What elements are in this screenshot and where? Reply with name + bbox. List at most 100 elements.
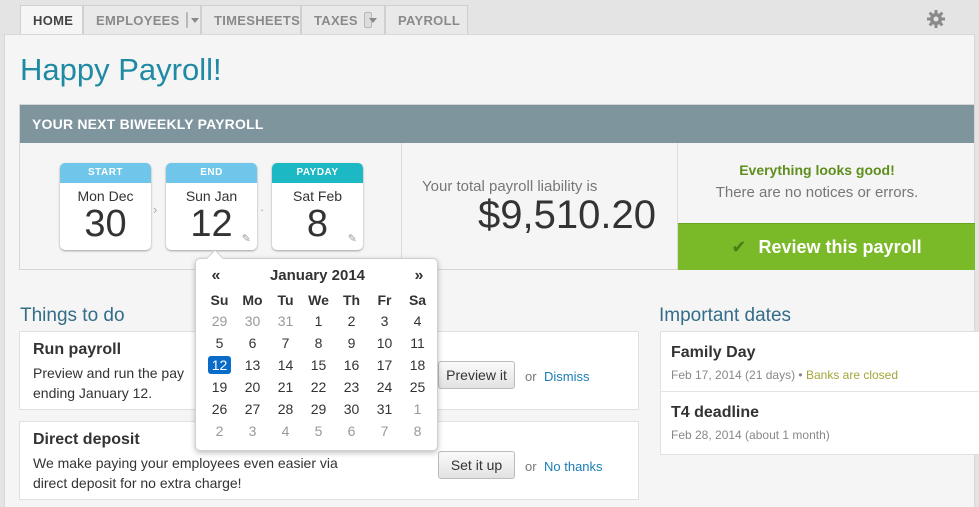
prev-month-button[interactable]: « bbox=[201, 267, 231, 285]
calendar-day[interactable]: 10 bbox=[368, 332, 401, 354]
calendar-day[interactable]: 12 bbox=[203, 354, 236, 376]
calendar-day[interactable]: 28 bbox=[269, 398, 302, 420]
pencil-icon[interactable]: ✎ bbox=[348, 232, 357, 245]
chevron-right-icon: › bbox=[153, 202, 158, 217]
date-meta-dot: • bbox=[798, 368, 803, 382]
calendar-day[interactable]: 2 bbox=[335, 310, 368, 332]
calendar-day[interactable]: 4 bbox=[401, 310, 434, 332]
tab-payroll-label: PAYROLL bbox=[398, 12, 461, 28]
start-day: 30 bbox=[84, 203, 127, 245]
calendar-day[interactable]: 11 bbox=[401, 332, 434, 354]
calendar-day[interactable]: 5 bbox=[302, 420, 335, 442]
dismiss-link[interactable]: Dismiss bbox=[544, 369, 590, 384]
important-dates-title: Important dates bbox=[659, 305, 792, 326]
weekday-header: We bbox=[308, 291, 329, 308]
calendar-day[interactable]: 29 bbox=[302, 398, 335, 420]
pencil-icon[interactable]: ✎ bbox=[242, 232, 251, 245]
weekday-header: Sa bbox=[408, 291, 427, 308]
calendar-day[interactable]: 23 bbox=[335, 376, 368, 398]
calendar-week: 5 6 7 8 9 10 11 bbox=[203, 332, 434, 354]
or-label: or bbox=[525, 369, 537, 384]
calendar-day[interactable]: 16 bbox=[335, 354, 368, 376]
status-title: Everything looks good! bbox=[739, 162, 895, 178]
calendar-week: 29 30 31 1 2 3 4 bbox=[203, 310, 434, 332]
tab-taxes[interactable]: TAXES bbox=[301, 5, 385, 34]
tab-employees[interactable]: EMPLOYEES bbox=[83, 5, 202, 34]
calendar-day[interactable]: 5 bbox=[203, 332, 236, 354]
calendar-day[interactable]: 2 bbox=[203, 420, 236, 442]
review-payroll-button[interactable]: ✔ Review this payroll bbox=[678, 223, 975, 270]
calendar-grid: Su Mo Tu We Th Fr Sa 29 30 31 1 2 3 4 5 6 7 8 9 10 11 12 13 14… bbox=[203, 289, 434, 442]
gear-icon[interactable] bbox=[926, 9, 946, 29]
calendar-day[interactable]: 9 bbox=[335, 332, 368, 354]
start-dow: Mon Dec bbox=[77, 188, 134, 204]
chevron-down-icon[interactable] bbox=[185, 12, 202, 28]
next-payroll-box: YOUR NEXT BIWEEKLY PAYROLL START Mon Dec… bbox=[19, 104, 975, 270]
todo-text: We make paying your employees even easie… bbox=[33, 453, 393, 493]
todo-title: Direct deposit bbox=[33, 431, 140, 448]
weekday-header: Fr bbox=[377, 291, 392, 308]
calendar-day[interactable]: 30 bbox=[335, 398, 368, 420]
calendar-week: 2345678 bbox=[203, 420, 434, 442]
calendar-day[interactable]: 25 bbox=[401, 376, 434, 398]
next-month-button[interactable]: » bbox=[404, 267, 434, 285]
calendar-day[interactable]: 31 bbox=[368, 398, 401, 420]
calendar-day[interactable]: 13 bbox=[236, 354, 269, 376]
tab-home[interactable]: HOME bbox=[20, 5, 83, 35]
todo-title: Run payroll bbox=[33, 341, 122, 358]
calendar-day[interactable]: 21 bbox=[269, 376, 302, 398]
calendar-day[interactable]: 26 bbox=[203, 398, 236, 420]
divider bbox=[401, 143, 402, 269]
calendar-day[interactable]: 8 bbox=[401, 420, 434, 442]
calendar-day[interactable]: 6 bbox=[335, 420, 368, 442]
calendar-day[interactable]: 6 bbox=[236, 332, 269, 354]
calendar-day[interactable]: 1 bbox=[302, 310, 335, 332]
month-label: January 2014 bbox=[269, 267, 366, 284]
top-nav: HOME EMPLOYEES TIMESHEETS TAXES PAYROLL bbox=[0, 0, 979, 35]
page-title: Happy Payroll! bbox=[20, 52, 222, 87]
things-to-do-title: Things to do bbox=[20, 305, 125, 326]
tab-employees-label: EMPLOYEES bbox=[96, 12, 180, 28]
payday-date-card[interactable]: PAYDAY Sat Feb 8 ✎ bbox=[272, 163, 363, 250]
calendar-day[interactable]: 31 bbox=[269, 310, 302, 332]
end-date-card[interactable]: END Sun Jan 12 ✎ bbox=[166, 163, 257, 250]
calendar-day[interactable]: 4 bbox=[269, 420, 302, 442]
calendar-week: 26 27 28 29 30 31 1 bbox=[203, 398, 434, 420]
calendar-day[interactable]: 14 bbox=[269, 354, 302, 376]
calendar-day[interactable]: 19 bbox=[203, 376, 236, 398]
end-label: END bbox=[166, 163, 257, 183]
calendar-day[interactable]: 22 bbox=[302, 376, 335, 398]
calendar-day[interactable]: 24 bbox=[368, 376, 401, 398]
calendar-day[interactable]: 20 bbox=[236, 376, 269, 398]
calendar-day[interactable]: 3 bbox=[236, 420, 269, 442]
important-dates-card: Family Day Feb 17, 2014 (21 days) • Bank… bbox=[660, 331, 979, 455]
selected-day[interactable]: 12 bbox=[207, 356, 232, 374]
set-it-up-button[interactable]: Set it up bbox=[438, 451, 515, 479]
calendar-day[interactable]: 3 bbox=[368, 310, 401, 332]
calendar-day[interactable]: 27 bbox=[236, 398, 269, 420]
calendar-day[interactable]: 29 bbox=[203, 310, 236, 332]
chevron-down-icon[interactable] bbox=[363, 12, 378, 28]
date-meta-text: Feb 17, 2014 (21 days) bbox=[671, 368, 796, 382]
calendar-day[interactable]: 15 bbox=[302, 354, 335, 376]
calendar-day[interactable]: 8 bbox=[302, 332, 335, 354]
calendar-week: 19 20 21 22 23 24 25 bbox=[203, 376, 434, 398]
date-title: Family Day bbox=[671, 344, 756, 361]
no-thanks-link[interactable]: No thanks bbox=[544, 459, 603, 474]
tab-home-label: HOME bbox=[33, 13, 74, 28]
or-label: or bbox=[525, 459, 537, 474]
start-date-card: START Mon Dec 30 bbox=[60, 163, 151, 250]
tab-timesheets-label: TIMESHEETS bbox=[214, 12, 301, 28]
tab-timesheets[interactable]: TIMESHEETS bbox=[201, 5, 301, 34]
next-payroll-header: YOUR NEXT BIWEEKLY PAYROLL bbox=[20, 105, 974, 143]
tab-payroll[interactable]: PAYROLL bbox=[385, 5, 468, 34]
calendar-day[interactable]: 7 bbox=[269, 332, 302, 354]
calendar-day[interactable]: 7 bbox=[368, 420, 401, 442]
calendar-day[interactable]: 1 bbox=[401, 398, 434, 420]
payday-dow: Sat Feb bbox=[292, 188, 343, 204]
calendar-day[interactable]: 17 bbox=[368, 354, 401, 376]
calendar-day[interactable]: 18 bbox=[401, 354, 434, 376]
datepicker-popup: January 2014 « » Su Mo Tu We Th Fr Sa 29 30 31 1 2… bbox=[195, 249, 438, 451]
preview-it-button[interactable]: Preview it bbox=[438, 361, 515, 389]
calendar-day[interactable]: 30 bbox=[236, 310, 269, 332]
